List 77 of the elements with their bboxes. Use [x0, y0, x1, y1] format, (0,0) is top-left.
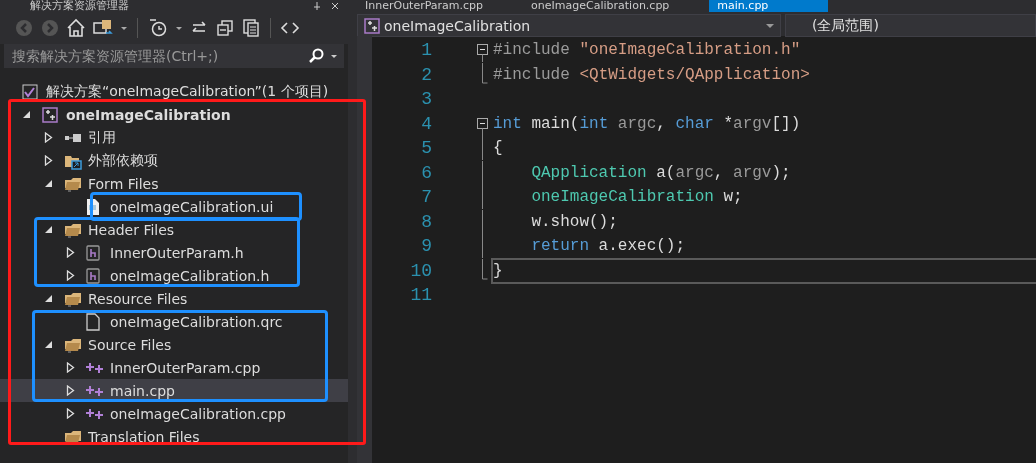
pin-icon[interactable] — [312, 1, 322, 11]
header-file-icon — [86, 267, 100, 284]
file-tab[interactable]: InnerOuterParam.cpp — [357, 0, 524, 12]
home-icon[interactable] — [66, 18, 86, 38]
folder-icon — [64, 221, 82, 238]
collapsed-arrow-icon[interactable] — [66, 385, 75, 396]
history-icon[interactable] — [147, 18, 169, 38]
solution-icon — [22, 83, 38, 100]
collapsed-arrow-icon[interactable] — [44, 155, 53, 166]
cpp-file-icon — [86, 384, 104, 397]
search-field[interactable]: 搜索解决方案资源管理器(Ctrl+;) — [4, 44, 344, 68]
solution-label[interactable]: 解决方案“oneImageCalibration”(1 个项目) — [46, 82, 329, 101]
line-number: 11 — [409, 285, 432, 306]
collapsed-arrow-icon[interactable] — [66, 247, 75, 258]
expanded-arrow-icon[interactable] — [22, 110, 31, 119]
line-number: 4 — [420, 113, 432, 134]
search-icon[interactable] — [308, 48, 324, 64]
copy-pages-icon[interactable] — [241, 18, 261, 38]
tree-item[interactable]: oneImageCalibration — [0, 103, 348, 126]
code-line: int main(int argc, char *argv[]) — [492, 113, 802, 135]
expanded-arrow-icon[interactable] — [44, 225, 53, 234]
project-icon — [42, 106, 58, 123]
tree-item[interactable]: oneImageCalibration.ui — [0, 195, 348, 218]
code-line: return a.exec(); — [530, 236, 687, 258]
code-line: } — [491, 257, 1036, 284]
caret-icon — [766, 21, 774, 30]
line-number: 9 — [420, 236, 432, 257]
references-icon — [64, 132, 82, 143]
code-line: { — [492, 138, 504, 160]
line-number: 6 — [420, 162, 432, 183]
tree-item[interactable]: 引用 — [0, 126, 348, 149]
folder-icon — [64, 336, 82, 353]
header-file-icon — [86, 244, 100, 261]
line-number: 3 — [420, 89, 432, 110]
file-tab[interactable]: oneImageCalibration.cpp — [523, 0, 710, 12]
project-icon — [364, 17, 380, 34]
close-icon[interactable] — [330, 1, 340, 11]
expanded-arrow-icon[interactable] — [44, 294, 53, 303]
collapse-all-icon[interactable] — [215, 18, 235, 38]
tree-item[interactable]: oneImageCalibration.cpp — [0, 402, 348, 425]
line-number: 5 — [420, 138, 432, 159]
file-tab[interactable]: main.cpp — [709, 0, 829, 12]
tree-item[interactable]: Resource Files — [0, 287, 348, 310]
scope-dropdown[interactable]: (全局范围) — [785, 14, 1036, 37]
collapsed-arrow-icon[interactable] — [66, 362, 75, 373]
folder-icon — [64, 290, 82, 307]
panel-title: 解决方案资源管理器 — [30, 0, 130, 12]
tree-item[interactable]: Header Files — [0, 218, 348, 241]
line-number: 8 — [420, 211, 432, 232]
tree-item[interactable]: InnerOuterParam.h — [0, 241, 348, 264]
collapsed-arrow-icon[interactable] — [66, 408, 75, 419]
cpp-file-icon — [86, 361, 104, 374]
tree-item[interactable]: Form Files — [0, 172, 348, 195]
line-number: 10 — [409, 260, 432, 281]
tree-item[interactable]: oneImageCalibration.qrc — [0, 310, 348, 333]
cpp-file-icon — [86, 407, 104, 420]
line-number: 7 — [420, 187, 432, 208]
expanded-arrow-icon[interactable] — [44, 179, 53, 188]
line-number: 1 — [420, 40, 432, 61]
collapsed-arrow-icon[interactable] — [66, 270, 75, 281]
code-line: #include "oneImageCalibration.h" — [492, 40, 802, 62]
code-line: oneImageCalibration w; — [530, 187, 744, 209]
folder-icon — [64, 428, 82, 445]
folder-icon — [64, 175, 82, 192]
code-line: w.show(); — [530, 211, 619, 233]
line-number: 2 — [420, 64, 432, 85]
tree-item[interactable]: 外部依赖项 — [0, 149, 348, 172]
tree-item[interactable]: Source Files — [0, 333, 348, 356]
project-dropdown[interactable]: oneImageCalibration — [357, 14, 781, 37]
tree-item[interactable]: InnerOuterParam.cpp — [0, 356, 348, 379]
file-icon — [86, 312, 100, 331]
collapsed-arrow-icon[interactable] — [44, 132, 53, 143]
code-line: #include <QtWidgets/QApplication> — [492, 64, 811, 86]
code-line: QApplication a(argc, argv); — [530, 162, 792, 184]
tree-item[interactable]: Translation Files — [0, 425, 348, 448]
tree-item[interactable]: oneImageCalibration.h — [0, 264, 348, 287]
expanded-arrow-icon[interactable] — [44, 340, 53, 349]
